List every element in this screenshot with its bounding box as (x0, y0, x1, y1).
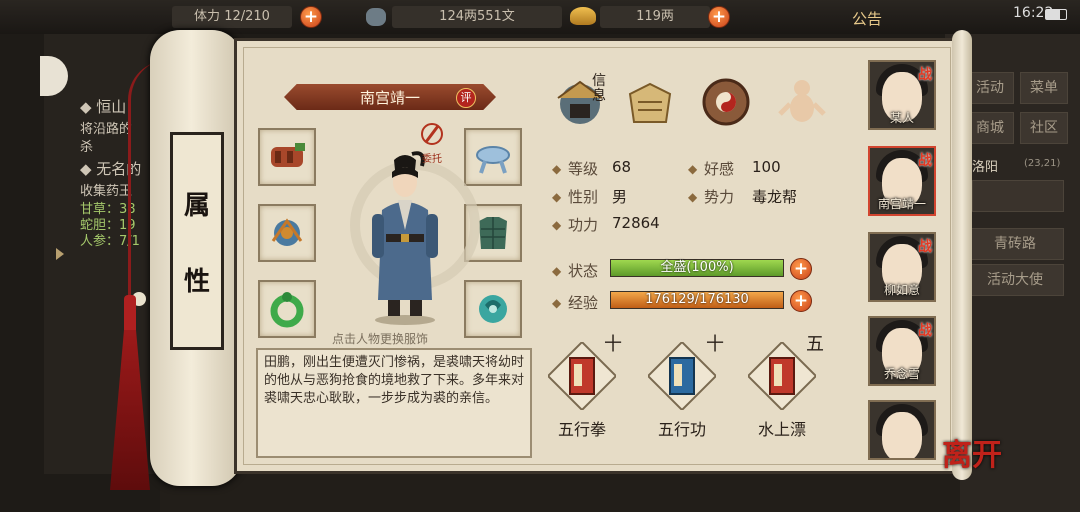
tassel-knot (124, 295, 136, 335)
battle-tag: 战 (918, 67, 932, 83)
entrust-label: 委托 (422, 154, 442, 165)
battle-tag: 战 (918, 153, 932, 169)
level-value: 68 (612, 158, 632, 176)
equip-slot-weapon[interactable] (258, 128, 316, 186)
battle-tag: 战 (918, 323, 932, 339)
skill-book-icon[interactable] (648, 342, 716, 410)
expand-arrow-icon[interactable] (56, 248, 64, 260)
power-label: 功力 (568, 216, 599, 234)
bullet-icon: ◆ (552, 264, 562, 278)
battery-icon (1045, 9, 1067, 20)
state-text: 全盛(100%) (660, 260, 734, 275)
gender-value: 男 (612, 188, 628, 206)
scroll-roll-right (952, 30, 972, 480)
equip-slot-ring[interactable] (258, 280, 316, 338)
exp-bar: 176129/176130 (610, 291, 784, 309)
bullet-icon: ◆ (552, 296, 562, 310)
info-label: 信息 (592, 73, 606, 104)
skill-name: 水上漂 (757, 420, 806, 439)
location-name: 洛阳 (972, 160, 999, 175)
skill-name: 五行功 (657, 420, 706, 439)
add-gold-button[interactable]: + (708, 6, 730, 28)
tab-char: 属 (183, 191, 210, 221)
community-button[interactable]: 社区 (1020, 112, 1068, 144)
roster-card-selected[interactable]: 战 南宫靖一 (868, 146, 936, 216)
add-exp-button[interactable]: + (790, 290, 812, 312)
road-label: 青砖路 (994, 236, 1036, 252)
equip-slot-hat[interactable] (464, 128, 522, 186)
leave-button[interactable]: 离开 (942, 430, 1002, 474)
roster-card[interactable]: 战 某人 (868, 60, 936, 130)
rate-button[interactable]: 评 (456, 88, 476, 108)
faction-value: 毒龙帮 (752, 188, 798, 206)
skill-book-icon[interactable] (548, 342, 616, 410)
silver-coin-icon (366, 8, 386, 26)
quest2-line1: 收集药王 (80, 184, 133, 199)
road-button[interactable]: 青砖路 (966, 228, 1064, 260)
roster-name: 南宫靖一 (877, 197, 926, 211)
shop-button[interactable]: 商城 (966, 112, 1014, 144)
ornament-icon (271, 218, 303, 246)
bullet-icon: ◆ (552, 190, 562, 204)
faction-label: 势力 (704, 188, 735, 206)
change-outfit-hint: 点击人物更换服饰 (332, 332, 429, 346)
activity-button[interactable]: 活动 (966, 72, 1014, 104)
exp-label: 经验 (568, 294, 599, 312)
attribute-tab[interactable]: 属 性 (170, 132, 224, 350)
silver-display: 124两551文 (392, 6, 562, 28)
favor-value: 100 (752, 158, 781, 176)
roster-name: 柳如意 (883, 283, 920, 297)
name-banner: 南宫靖一 评 (270, 84, 510, 110)
location-coords: (23,21) (1024, 158, 1061, 169)
entrust-icon[interactable] (420, 122, 444, 150)
stamina-display: 体力 12/210 (172, 6, 292, 28)
battle-tag: 战 (918, 239, 932, 255)
add-stamina-button[interactable]: + (300, 6, 322, 28)
quest1-line2: 杀 (80, 140, 94, 155)
state-bar: 全盛(100%) (610, 259, 784, 277)
quest1-line1: 将沿路的 (80, 122, 133, 137)
bagua-icon[interactable] (698, 74, 754, 130)
gold-display: 119两 (600, 6, 710, 28)
roster-name: 乔念雪 (883, 367, 920, 381)
character-name: 南宫靖一 (359, 89, 420, 107)
minimap[interactable] (972, 180, 1064, 212)
skill-name: 五行拳 (557, 420, 606, 439)
portrait-face (882, 412, 922, 458)
jade-pendant-icon (479, 295, 507, 323)
equip-slot-helmet[interactable] (258, 204, 316, 262)
bullet-icon: ◆ (688, 162, 698, 176)
headband-icon (476, 146, 510, 174)
roster-card[interactable]: 战 乔念雪 (868, 316, 936, 386)
character-figure[interactable] (352, 150, 458, 326)
bullet-icon: ◆ (552, 162, 562, 176)
favor-label: 好感 (704, 160, 735, 178)
exp-text: 176129/176130 (645, 292, 749, 307)
bullet-icon: ◆ (688, 190, 698, 204)
quest1-title: ◆ 恒山 (80, 98, 127, 116)
gold-ingot-icon (570, 7, 596, 25)
notice-button[interactable]: 公告 (852, 8, 882, 29)
menu-button[interactable]: 菜单 (1020, 72, 1068, 104)
power-value: 72864 (612, 214, 660, 232)
gender-label: 性别 (568, 188, 599, 206)
scroll-map-icon[interactable] (622, 74, 678, 130)
meridian-figure-icon[interactable] (774, 74, 830, 130)
bracer-icon (271, 143, 305, 167)
character-bio: 田鹏，刚出生便遭灭门惨祸，是裘啸天将幼时的他从与恶狗抢食的境地救了下来。多年来对… (256, 348, 532, 458)
level-label: 等级 (568, 160, 599, 178)
ambassador-label: 活动大使 (987, 272, 1043, 288)
roster-card[interactable] (868, 400, 936, 460)
skill-book-icon[interactable] (748, 342, 816, 410)
roster-card[interactable]: 战 柳如意 (868, 232, 936, 302)
equip-slot-accessory[interactable] (464, 280, 522, 338)
background-bottom-bar (160, 474, 960, 512)
restore-state-button[interactable]: + (790, 258, 812, 280)
roster-name: 某人 (889, 111, 914, 125)
tab-char: 性 (183, 267, 210, 297)
state-label: 状态 (568, 262, 599, 280)
activity-ambassador-button[interactable]: 活动大使 (966, 264, 1064, 296)
jade-ring-icon (270, 292, 304, 328)
bullet-icon: ◆ (552, 218, 562, 232)
